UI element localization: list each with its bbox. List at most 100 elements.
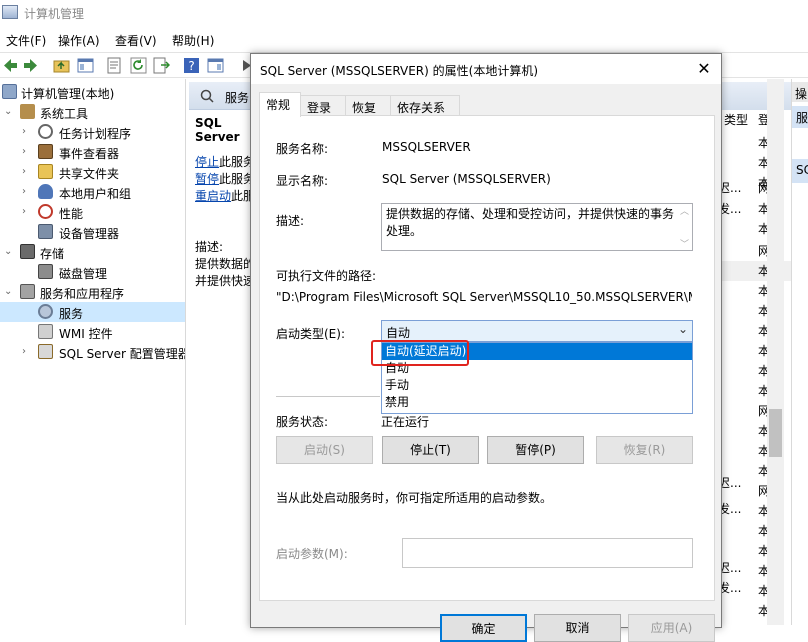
menu-action[interactable]: 操作(A) — [58, 32, 100, 49]
services-apps-icon — [20, 284, 35, 299]
highlight-box — [371, 340, 469, 366]
service-status-value: 正在运行 — [381, 415, 430, 429]
tab-logon[interactable]: 登录 — [300, 95, 346, 116]
startup-type-select[interactable]: 自动 ⌄ — [381, 320, 693, 342]
chevron-up-icon[interactable]: ︿ — [677, 204, 692, 221]
event-viewer-icon — [38, 144, 53, 159]
show-hide-action-pane-icon[interactable] — [207, 57, 224, 74]
ok-button[interactable]: 确定 — [440, 614, 527, 642]
start-params-input[interactable] — [402, 538, 693, 568]
cancel-button[interactable]: 取消 — [534, 614, 621, 642]
device-manager-icon — [38, 224, 53, 239]
show-hide-console-tree-icon[interactable] — [77, 57, 94, 74]
chevron-right-icon[interactable]: › — [22, 146, 26, 157]
wmi-icon — [38, 324, 53, 339]
gear-icon — [38, 304, 53, 319]
general-tab-panel: 服务名称: MSSQLSERVER 显示名称: SQL Server (MSSQ… — [259, 115, 715, 601]
tree-item-system-tools[interactable]: ⌄ 系统工具 — [0, 102, 185, 122]
desc-line: 并提供快速 — [195, 274, 250, 288]
description-line: 处理。 — [386, 224, 423, 238]
tree-item-device-manager[interactable]: 设备管理器 — [0, 222, 185, 242]
restart-link[interactable]: 重启动 — [195, 189, 231, 203]
back-arrow-icon[interactable] — [2, 57, 19, 74]
svg-text:?: ? — [188, 59, 194, 73]
tree-item-label: 服务 — [59, 307, 84, 321]
window-title: 计算机管理 — [24, 7, 85, 21]
resume-button[interactable]: 恢复(R) — [596, 436, 693, 464]
chevron-down-icon[interactable]: ⌄ — [678, 322, 688, 336]
option-manual[interactable]: 手动 — [382, 377, 692, 394]
tree-item-computer-management[interactable]: 计算机管理(本地) — [0, 82, 185, 102]
services-pane: 服务 SQL Server 停止此服务 暂停此服务 重启动此服务 描述: 提供数… — [189, 79, 250, 625]
menu-file[interactable]: 文件(F) — [6, 32, 46, 49]
chevron-down-icon[interactable]: ⌄ — [4, 286, 12, 297]
path-value: "D:\Program Files\Microsoft SQL Server\M… — [276, 290, 692, 304]
option-disabled[interactable]: 禁用 — [382, 394, 692, 411]
chevron-down-icon[interactable]: ﹀ — [677, 237, 692, 254]
tab-recovery[interactable]: 恢复 — [345, 95, 391, 116]
properties-dialog: SQL Server (MSSQLSERVER) 的属性(本地计算机) ✕ 常规… — [250, 53, 722, 642]
service-name-label: 服务名称: — [276, 142, 329, 156]
search-icon — [200, 89, 214, 103]
tree-item-shared-folders[interactable]: › 共享文件夹 — [0, 162, 185, 182]
chevron-right-icon[interactable]: › — [22, 346, 26, 357]
tree-item-performance[interactable]: › 性能 — [0, 202, 185, 222]
menu-view[interactable]: 查看(V) — [115, 32, 157, 49]
folder-up-icon[interactable] — [53, 57, 70, 74]
pause-link[interactable]: 暂停 — [195, 172, 219, 186]
column-header-type[interactable]: 类型 — [724, 111, 748, 128]
chevron-down-icon[interactable]: ⌄ — [4, 106, 12, 117]
window-titlebar: 计算机管理 — [0, 0, 808, 26]
menubar: 文件(F) 操作(A) 查看(V) 帮助(H) — [0, 28, 808, 50]
tree-item-label: 存储 — [40, 247, 65, 261]
start-button[interactable]: 启动(S) — [276, 436, 373, 464]
link-suffix: 此服务 — [219, 172, 250, 186]
help-icon[interactable]: ? — [183, 57, 200, 74]
tree-item-disk-management[interactable]: 磁盘管理 — [0, 262, 185, 282]
tree-item-storage[interactable]: ⌄ 存储 — [0, 242, 185, 262]
link-suffix: 此服务 — [219, 155, 250, 169]
tab-general[interactable]: 常规 — [259, 92, 301, 117]
tree-item-services-and-apps[interactable]: ⌄ 服务和应用程序 — [0, 282, 185, 302]
actions-item-sql[interactable]: SC — [792, 159, 808, 183]
pause-button[interactable]: 暂停(P) — [487, 436, 584, 464]
tab-dependencies[interactable]: 依存关系 — [390, 95, 460, 116]
tree-item-label: 本地用户和组 — [59, 187, 132, 201]
tree-item-event-viewer[interactable]: › 事件查看器 — [0, 142, 185, 162]
computer-management-icon — [2, 5, 18, 19]
tree-item-services[interactable]: 服务 — [0, 302, 185, 322]
dialog-titlebar: SQL Server (MSSQLSERVER) 的属性(本地计算机) ✕ — [251, 54, 721, 84]
tree-item-wmi-control[interactable]: WMI 控件 — [0, 322, 185, 342]
menu-help[interactable]: 帮助(H) — [172, 32, 214, 49]
dialog-title: SQL Server (MSSQLSERVER) 的属性(本地计算机) — [260, 64, 538, 78]
tree-item-label: 系统工具 — [40, 107, 89, 121]
tree-item-sql-config[interactable]: › SQL Server 配置管理器 — [0, 342, 186, 362]
forward-arrow-icon[interactable] — [22, 57, 39, 74]
stop-link[interactable]: 停止 — [195, 155, 219, 169]
start-params-label: 启动参数(M): — [276, 547, 348, 561]
tree-item-local-users[interactable]: › 本地用户和组 — [0, 182, 185, 202]
apply-button[interactable]: 应用(A) — [628, 614, 715, 642]
tree-item-label: SQL Server 配置管理器 — [59, 347, 186, 361]
list-scrollbar[interactable] — [767, 79, 784, 625]
chevron-right-icon[interactable]: › — [22, 206, 26, 217]
stop-button[interactable]: 停止(T) — [382, 436, 479, 464]
chevron-right-icon[interactable]: › — [22, 186, 26, 197]
chevron-down-icon[interactable]: ⌄ — [4, 246, 12, 257]
description-textbox[interactable]: 提供数据的存储、处理和受控访问，并提供快速的事务 处理。 ︿ ﹀ — [381, 203, 693, 251]
properties-icon[interactable] — [106, 57, 123, 74]
scrollbar-thumb[interactable] — [769, 409, 782, 457]
chevron-right-icon[interactable]: › — [22, 126, 26, 137]
tools-icon — [20, 104, 35, 119]
chevron-right-icon[interactable]: › — [22, 166, 26, 177]
export-list-icon[interactable] — [153, 57, 170, 74]
services-header: 服务 — [189, 82, 250, 110]
display-name-value: SQL Server (MSSQLSERVER) — [382, 172, 551, 186]
description-scrollbar[interactable]: ︿ ﹀ — [677, 204, 692, 250]
service-name-value: MSSQLSERVER — [382, 140, 471, 154]
close-icon[interactable]: ✕ — [689, 58, 719, 80]
actions-item-services[interactable]: 服 — [792, 106, 808, 128]
refresh-icon[interactable] — [130, 57, 147, 74]
desc-line: 提供数据的 — [195, 257, 250, 271]
tree-item-task-scheduler[interactable]: › 任务计划程序 — [0, 122, 185, 142]
